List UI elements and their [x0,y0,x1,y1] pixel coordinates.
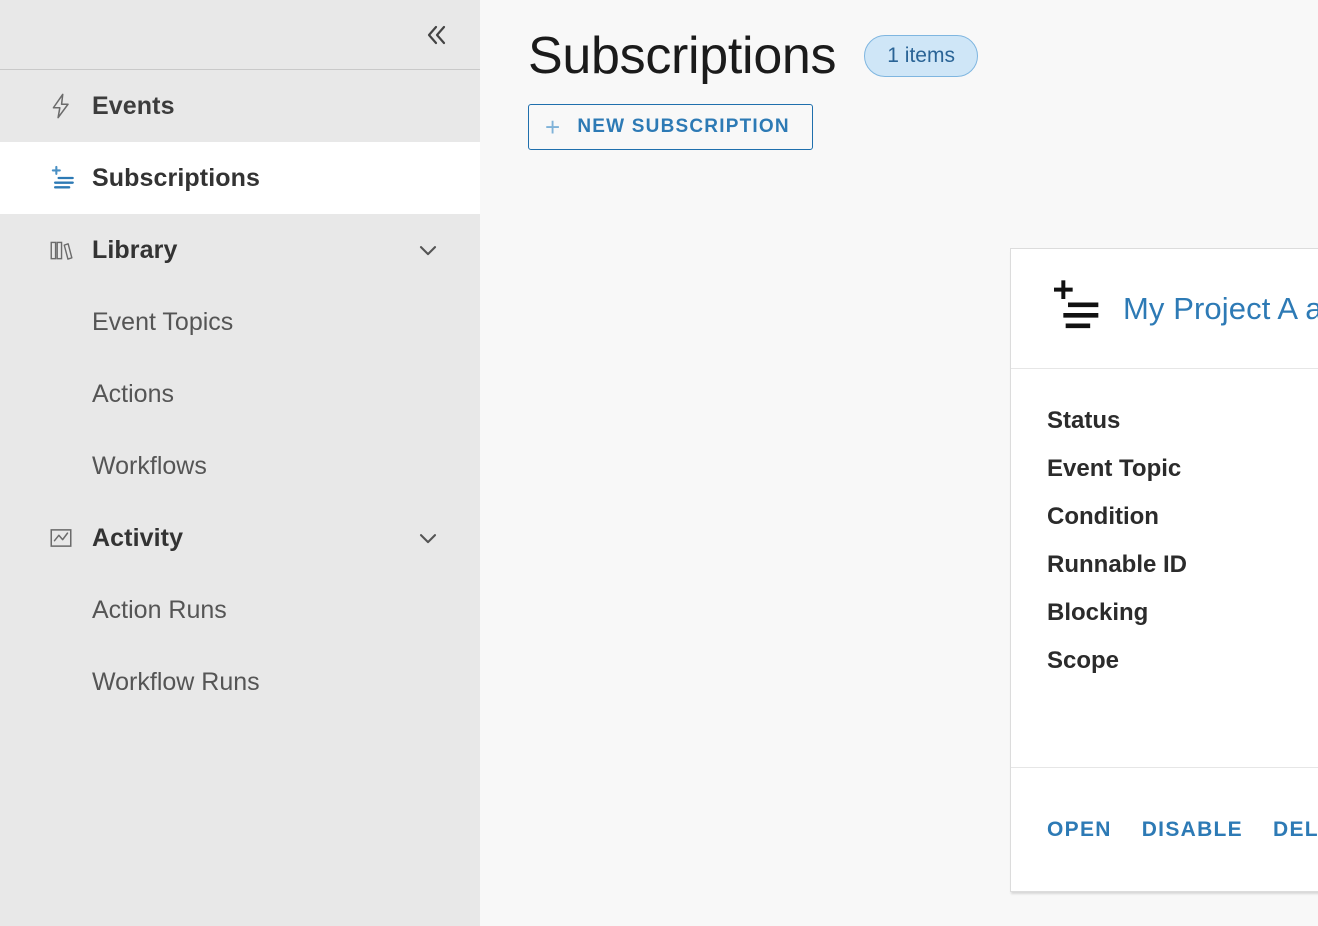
subscription-card: My Project A and B Status Enabled Event … [1010,248,1318,892]
sidebar-item-label: Subscriptions [92,163,260,192]
disable-action[interactable]: DISABLE [1142,818,1243,842]
sidebar-item-label: Event Topics [92,307,234,336]
sidebar-header [0,0,480,70]
plus-icon: + [545,112,562,142]
sidebar-item-label: Actions [92,379,174,408]
sidebar-item-label: Action Runs [92,595,227,624]
chart-square-icon [46,523,76,553]
lightning-bolt-icon [46,91,76,121]
sidebar-item-events[interactable]: Events [0,70,480,142]
subscription-icon [1047,278,1103,339]
sidebar-item-event-topics[interactable]: Event Topics [0,286,480,358]
sidebar-item-library[interactable]: Library [0,214,480,286]
sidebar-nav: Events Subscriptions Library Event Topic… [0,70,480,718]
sidebar-item-label: Activity [92,523,184,552]
card-title-link[interactable]: My Project A and B [1123,291,1318,327]
page-header: Subscriptions 1 items [528,0,1318,82]
detail-label: Runnable ID [1047,551,1188,578]
detail-label: Event Topic [1047,455,1182,482]
main-content: Subscriptions 1 items + NEW SUBSCRIPTION [480,0,1318,926]
detail-row-runnable-id: Runnable ID 8a7480a7742254b10174232… [1047,541,1318,589]
card-details: Status Enabled Event Topic Compute alloc… [1011,369,1318,685]
collapse-sidebar-button[interactable] [414,15,454,55]
sidebar-item-subscriptions[interactable]: Subscriptions [0,142,480,214]
sidebar: Events Subscriptions Library Event Topic… [0,0,480,926]
detail-row-status: Status Enabled [1047,397,1318,445]
detail-label: Status [1047,407,1121,434]
detail-row-event-topic: Event Topic Compute allocation [1047,445,1318,493]
double-chevron-left-icon [427,25,446,44]
sidebar-item-label: Events [92,91,175,120]
subscription-icon [46,163,76,193]
books-icon [46,235,76,265]
items-count-badge: 1 items [864,35,978,77]
app-root: Events Subscriptions Library Event Topic… [0,0,1318,926]
delete-action[interactable]: DELETE [1273,818,1318,842]
detail-label: Condition [1047,503,1159,530]
sidebar-item-label: Workflows [92,451,207,480]
sidebar-item-action-runs[interactable]: Action Runs [0,574,480,646]
detail-row-condition: Condition No [1047,493,1318,541]
chevron-down-icon[interactable] [414,524,442,552]
sidebar-item-workflows[interactable]: Workflows [0,430,480,502]
sidebar-item-label: Workflow Runs [92,667,260,696]
open-action[interactable]: OPEN [1047,818,1112,842]
detail-label: Scope [1047,647,1120,674]
detail-row-scope: Scope 2 projects [1047,637,1318,685]
card-actions: OPEN DISABLE DELETE [1011,767,1318,891]
chevron-down-icon[interactable] [414,236,442,264]
sidebar-item-activity[interactable]: Activity [0,502,480,574]
card-header: My Project A and B [1011,249,1318,369]
sidebar-item-actions[interactable]: Actions [0,358,480,430]
sidebar-item-workflow-runs[interactable]: Workflow Runs [0,646,480,718]
sidebar-item-label: Library [92,235,178,264]
detail-label: Blocking [1047,599,1149,626]
detail-row-blocking: Blocking Yes [1047,589,1318,637]
new-subscription-label: NEW SUBSCRIPTION [577,116,790,137]
page-title: Subscriptions [528,27,837,85]
new-subscription-button[interactable]: + NEW SUBSCRIPTION [528,104,813,150]
